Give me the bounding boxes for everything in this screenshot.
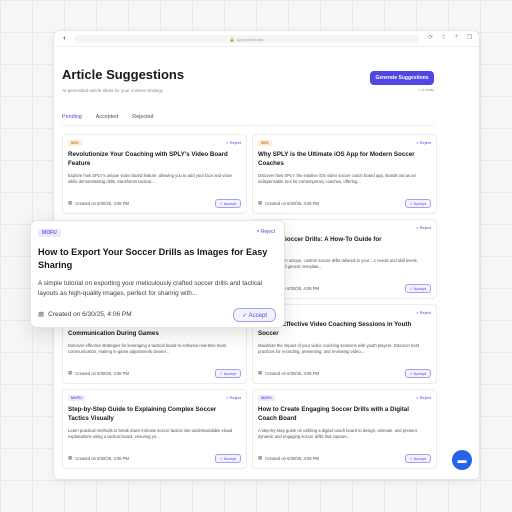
browser-toolbar: ◐ 🔒 sply.com/board ⟳ ⇪ + ❐ bbox=[54, 31, 479, 47]
reject-button[interactable]: × Reject bbox=[226, 395, 241, 400]
card-date-text: Created on 6/30/25, 4:06 PM bbox=[48, 310, 132, 318]
card-description: A simple tutorial on exporting your meti… bbox=[38, 280, 263, 297]
accept-button[interactable]: ✓ Accept bbox=[404, 369, 431, 378]
page-title: Article Suggestions bbox=[62, 67, 185, 82]
reject-button[interactable]: × Reject bbox=[416, 225, 431, 230]
reject-button[interactable]: × Reject bbox=[416, 140, 431, 145]
card-title: Why SPLY is the Ultimate iOS App for Mod… bbox=[258, 151, 415, 167]
funnel-tag: SEO bbox=[258, 140, 272, 146]
card-date: ▦Created on 6/30/25, 4:06 PM bbox=[68, 455, 129, 461]
tabs-icon[interactable]: ❐ bbox=[466, 34, 473, 41]
address-bar-url: sply.com/board bbox=[236, 36, 264, 42]
calendar-icon: ▦ bbox=[68, 370, 73, 375]
card-date: ▦Created on 6/30/25, 4:06 PM bbox=[258, 370, 319, 376]
card-description: Discover effective strategies for levera… bbox=[68, 343, 227, 355]
funnel-tag: SEO bbox=[68, 140, 82, 146]
card-date: ▦Created on 6/30/25, 4:06 PM bbox=[68, 370, 129, 376]
calendar-icon: ▦ bbox=[258, 455, 263, 460]
tabs-divider bbox=[62, 125, 434, 126]
card-date-text: Created on 6/30/25, 4:06 PM bbox=[75, 200, 130, 206]
card-date: ▦Created on 6/30/25, 4:06 PM bbox=[258, 200, 319, 206]
calendar-icon: ▦ bbox=[258, 370, 263, 375]
funnel-tag: MOFU bbox=[258, 395, 275, 401]
card-date-text: Created on 6/30/25, 4:06 PM bbox=[265, 370, 320, 376]
card-date-text: Created on 6/30/25, 4:06 PM bbox=[75, 370, 130, 376]
card-description: A step-by-step guide on utilizing a digi… bbox=[258, 428, 417, 440]
page-header: Article Suggestions AI-generated article… bbox=[62, 67, 184, 93]
card-date: ▦Created on 6/30/25, 4:06 PM bbox=[38, 310, 132, 319]
suggestion-card: SEO × Reject Revolutionize Your Coaching… bbox=[62, 134, 247, 214]
calendar-icon: ▦ bbox=[38, 311, 45, 318]
suggestion-card: MOFU × Reject Step-by-Step Guide to Expl… bbox=[62, 389, 247, 469]
card-description: Discover how SPLY, the intuitive iOS vid… bbox=[258, 173, 416, 185]
share-icon[interactable]: ⇪ bbox=[440, 34, 447, 41]
generate-suggestions-button[interactable]: Generate Suggestions bbox=[370, 71, 434, 85]
accept-button[interactable]: ✓ Accept bbox=[214, 199, 241, 208]
ready-count: 1–6 ready bbox=[418, 88, 434, 92]
card-description: Maximize the impact of your video coachi… bbox=[258, 343, 420, 355]
suggestion-card: SEO × Reject Why SPLY is the Ultimate iO… bbox=[252, 134, 437, 214]
accept-button[interactable]: ✓ Accept bbox=[214, 369, 241, 378]
card-date: ▦Created on 6/30/25, 4:06 PM bbox=[258, 455, 319, 461]
reject-button[interactable]: × Reject bbox=[416, 395, 431, 400]
funnel-tag: MOFU bbox=[68, 395, 85, 401]
card-title: How to Export Your Soccer Drills as Imag… bbox=[38, 247, 268, 270]
card-description: Explore how SPLY's unique video board fe… bbox=[68, 173, 233, 185]
accept-button[interactable]: ✓ Accept bbox=[404, 454, 431, 463]
card-title: How to Create Engaging Soccer Drills wit… bbox=[258, 406, 409, 422]
card-date-text: Created on 6/30/25, 4:06 PM bbox=[75, 455, 130, 461]
accept-button[interactable]: ✓ Accept bbox=[404, 284, 431, 293]
highlighted-suggestion-card: MOFU × Reject How to Export Your Soccer … bbox=[30, 220, 285, 328]
lock-icon: 🔒 bbox=[229, 36, 235, 42]
address-bar[interactable]: 🔒 sply.com/board bbox=[74, 35, 419, 43]
card-title: Step-by-Step Guide to Explaining Complex… bbox=[68, 406, 217, 422]
calendar-icon: ▦ bbox=[258, 200, 263, 205]
new-tab-icon[interactable]: + bbox=[453, 34, 460, 41]
refresh-icon[interactable]: ⟳ bbox=[427, 34, 434, 41]
reject-button[interactable]: × Reject bbox=[257, 229, 275, 235]
sidebar-toggle-icon[interactable]: ◐ bbox=[63, 35, 67, 42]
page-subtitle: AI-generated article ideas for your cont… bbox=[62, 88, 164, 93]
accept-button[interactable]: ✓ Accept bbox=[233, 308, 276, 322]
chat-bubble-icon[interactable]: ▬ bbox=[452, 450, 472, 470]
reject-button[interactable]: × Reject bbox=[226, 140, 241, 145]
card-date-text: Created on 6/30/25, 4:06 PM bbox=[265, 455, 320, 461]
accept-button[interactable]: ✓ Accept bbox=[404, 199, 431, 208]
card-date: ▦Created on 6/30/25, 4:06 PM bbox=[68, 200, 129, 206]
accept-button[interactable]: ✓ Accept bbox=[214, 454, 241, 463]
calendar-icon: ▦ bbox=[68, 200, 73, 205]
card-description: Learn practical methods to break down in… bbox=[68, 428, 233, 440]
card-date-text: Created on 6/30/25, 4:06 PM bbox=[265, 200, 320, 206]
suggestion-card: MOFU × Reject How to Create Engaging Soc… bbox=[252, 389, 437, 469]
card-title: Revolutionize Your Coaching with SPLY's … bbox=[68, 151, 228, 167]
calendar-icon: ▦ bbox=[68, 455, 73, 460]
funnel-tag: MOFU bbox=[38, 229, 61, 237]
reject-button[interactable]: × Reject bbox=[416, 310, 431, 315]
